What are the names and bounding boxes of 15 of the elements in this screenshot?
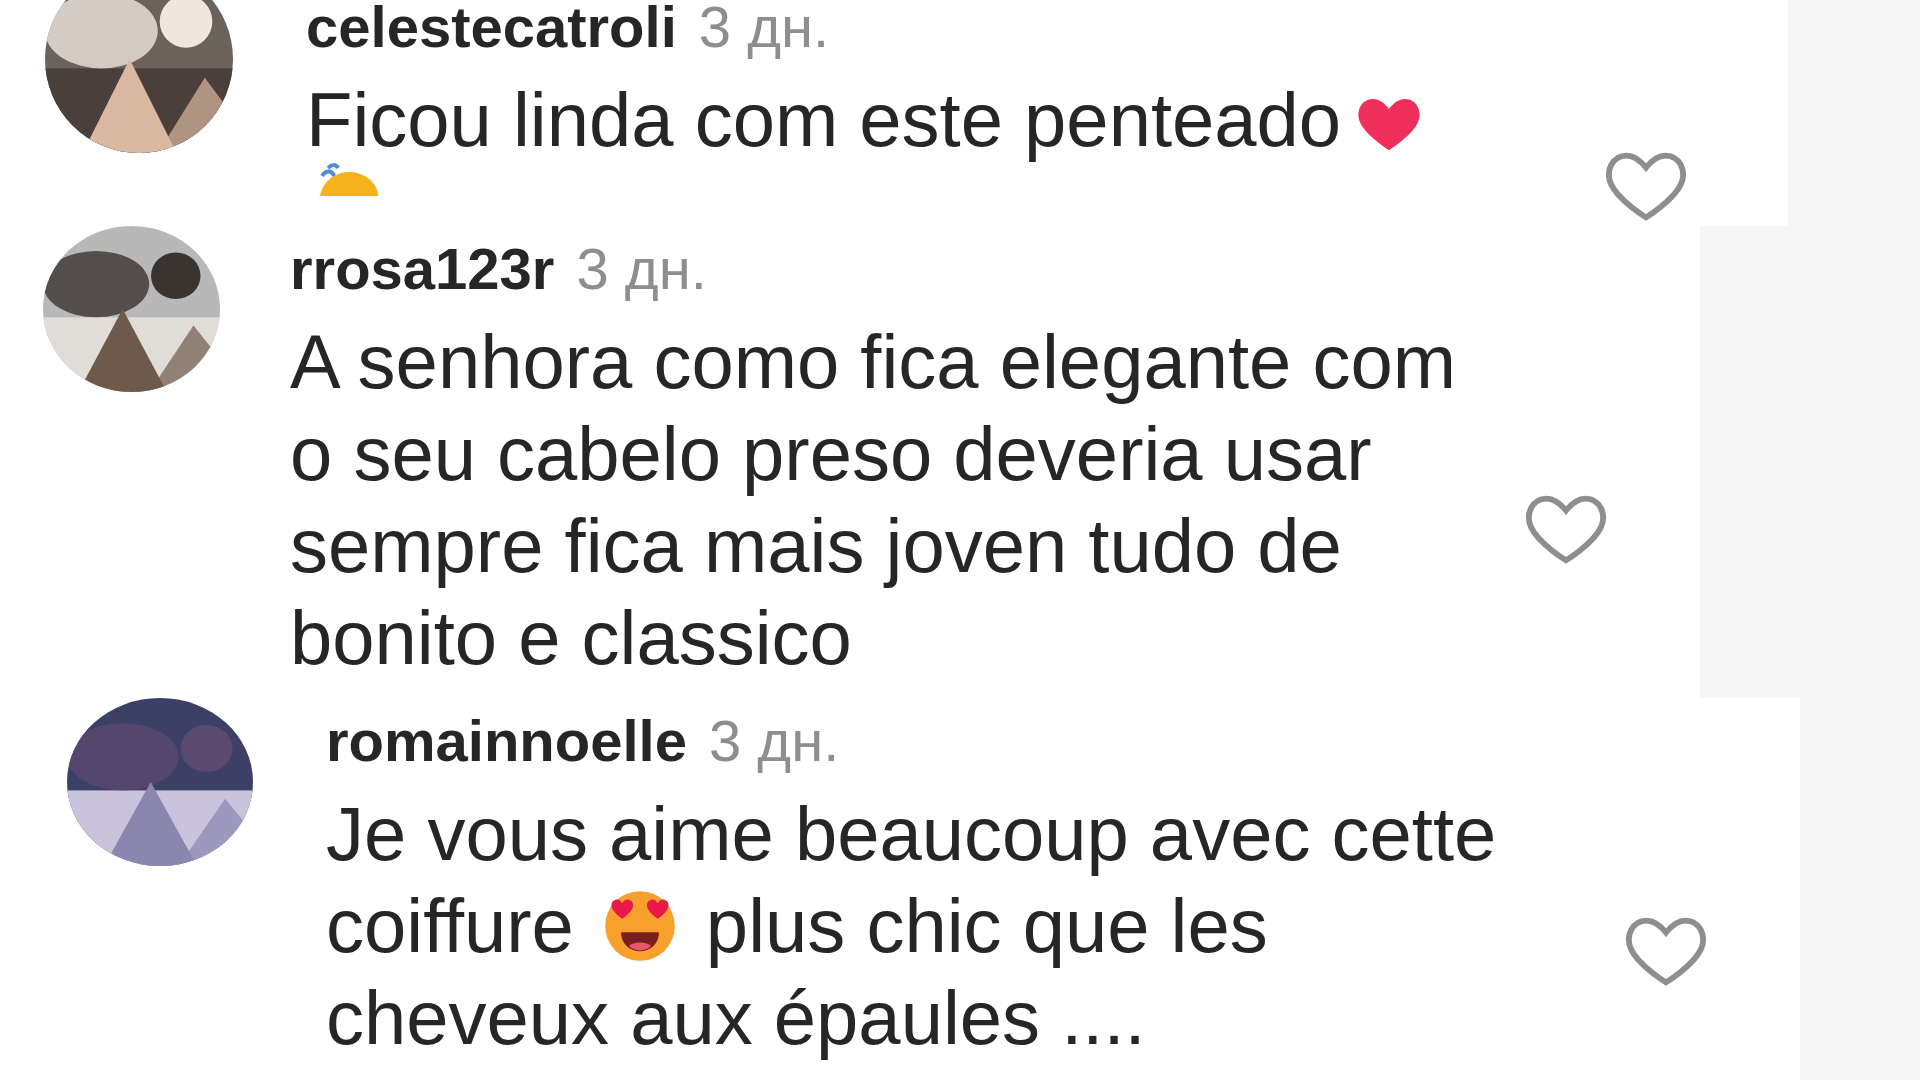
comment-text: o seu cabelo preso deveria usar xyxy=(290,410,1372,498)
comment-text: plus chic que les xyxy=(705,882,1268,970)
comment-text: coiffure xyxy=(326,882,574,970)
comment-text: sempre fica mais joven tudo de xyxy=(290,502,1342,590)
comment-text: cheveux aux épaules .... xyxy=(326,974,1146,1062)
username[interactable]: rrosa123r xyxy=(290,226,555,312)
comment-text: A senhora como fica elegante com xyxy=(290,318,1456,406)
comment-time: 3 дн. xyxy=(576,235,707,303)
comment-text: Je vous aime beaucoup avec cette xyxy=(326,790,1497,878)
username[interactable]: celestecatroli xyxy=(306,0,677,70)
username[interactable]: romainnoelle xyxy=(326,698,687,784)
comment-time: 3 дн. xyxy=(709,707,840,775)
comment-text: bonito e classico xyxy=(290,594,852,682)
comment-time: 3 дн. xyxy=(698,0,830,61)
comment-text: Ficou linda com este penteado xyxy=(306,76,1342,164)
